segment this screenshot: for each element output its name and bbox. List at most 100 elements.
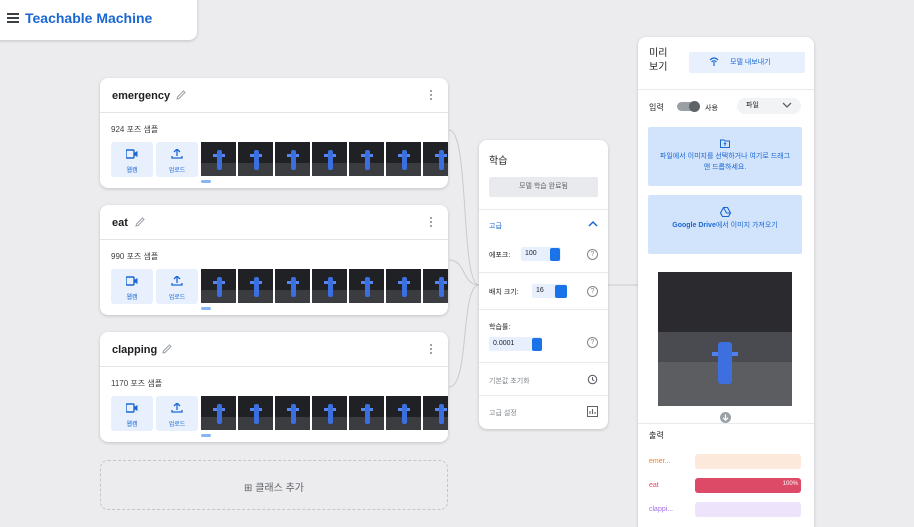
input-toggle-label: 사용 bbox=[705, 105, 718, 112]
reset-defaults-label[interactable]: 기본값 초기화 bbox=[489, 376, 530, 386]
sample-thumbnails[interactable] bbox=[201, 396, 448, 430]
webcam-label: 웹캠 bbox=[126, 422, 138, 428]
input-source-select[interactable]: 파일 bbox=[737, 98, 801, 114]
upload-label: 업로드 bbox=[168, 295, 186, 301]
menu-icon[interactable] bbox=[7, 13, 19, 23]
epochs-label: 에포크: bbox=[489, 252, 511, 259]
class-card-eat: eat 990 포즈 샘플 웹캠 업로드 bbox=[100, 205, 448, 315]
learning-rate-label: 학습률: bbox=[489, 324, 511, 331]
divider bbox=[638, 89, 814, 90]
file-drop-zone[interactable]: 파일에서 이미지를 선택하거나 여기로 드래그 앤 드롭하세요. bbox=[648, 127, 802, 186]
file-drop-text: 파일에서 이미지를 선택하거나 여기로 드래그 앤 드롭하세요. bbox=[659, 153, 791, 171]
video-camera-icon bbox=[126, 276, 138, 286]
class-name[interactable]: clapping bbox=[112, 344, 157, 356]
upload-label: 업로드 bbox=[168, 422, 186, 428]
upload-icon bbox=[171, 149, 183, 159]
advanced-toggle-label[interactable]: 고급 bbox=[489, 221, 502, 231]
confidence-bar bbox=[695, 502, 801, 517]
sample-count: 924 포즈 샘플 bbox=[111, 125, 159, 134]
output-label: 출력 bbox=[649, 431, 664, 440]
output-class-label: clappi... bbox=[649, 506, 674, 513]
sample-count: 990 포즈 샘플 bbox=[111, 252, 159, 261]
divider bbox=[479, 395, 608, 396]
webcam-button[interactable]: 웹캠 bbox=[111, 269, 153, 304]
divider bbox=[479, 209, 608, 210]
class-card-emergency: emergency 924 포즈 샘플 웹캠 업로드 bbox=[100, 78, 448, 188]
video-camera-icon bbox=[126, 403, 138, 413]
webcam-button[interactable]: 웹캠 bbox=[111, 142, 153, 177]
batch-size-dropdown[interactable] bbox=[555, 285, 567, 298]
epochs-stepper[interactable] bbox=[550, 248, 560, 261]
webcam-label: 웹캠 bbox=[126, 295, 138, 301]
output-class-label: emer... bbox=[649, 458, 671, 465]
export-model-button[interactable]: 모델 내보내기 bbox=[689, 52, 805, 73]
bar-chart-icon[interactable] bbox=[587, 406, 598, 417]
upload-button[interactable]: 업로드 bbox=[156, 396, 198, 431]
class-card-header: clapping bbox=[100, 332, 448, 367]
webcam-label: 웹캠 bbox=[126, 168, 138, 174]
drive-import-text: 에서 이미지 가져오기 bbox=[715, 222, 778, 229]
batch-size-label: 배치 크기: bbox=[489, 289, 519, 296]
app-title: Teachable Machine bbox=[25, 10, 153, 26]
folder-upload-icon bbox=[720, 139, 730, 148]
chevron-down-icon bbox=[782, 102, 792, 108]
video-camera-icon bbox=[126, 149, 138, 159]
divider bbox=[479, 272, 608, 273]
arrow-down-icon bbox=[720, 412, 731, 423]
sample-thumbnails[interactable] bbox=[201, 269, 448, 303]
webcam-button[interactable]: 웹캠 bbox=[111, 396, 153, 431]
upload-icon bbox=[171, 403, 183, 413]
confidence-bar bbox=[695, 454, 801, 469]
divider bbox=[479, 309, 608, 310]
export-icon bbox=[709, 57, 719, 66]
history-icon[interactable] bbox=[587, 374, 598, 385]
class-name[interactable]: eat bbox=[112, 217, 128, 229]
thumbnail-scrollbar[interactable] bbox=[201, 434, 211, 437]
export-model-label: 모델 내보내기 bbox=[730, 59, 771, 66]
training-title: 학습 bbox=[489, 156, 508, 167]
preview-panel: 미리 보기 모델 내보내기 입력 사용 파일 파일에서 이미지를 선택하거나 여… bbox=[638, 37, 814, 527]
edit-pencil-icon[interactable] bbox=[175, 89, 187, 101]
upload-icon bbox=[171, 276, 183, 286]
help-icon[interactable]: ? bbox=[587, 286, 598, 297]
class-name[interactable]: emergency bbox=[112, 90, 170, 102]
input-image-preview bbox=[658, 272, 792, 406]
class-card-clapping: clapping 1170 포즈 샘플 웹캠 업로드 bbox=[100, 332, 448, 442]
chevron-up-icon[interactable] bbox=[588, 220, 598, 227]
more-options-icon[interactable] bbox=[430, 344, 434, 356]
thumbnail-scrollbar[interactable] bbox=[201, 180, 211, 183]
google-drive-button[interactable]: Google Drive에서 이미지 가져오기 bbox=[648, 195, 802, 254]
divider bbox=[638, 423, 814, 424]
thumbnail-scrollbar[interactable] bbox=[201, 307, 211, 310]
upload-button[interactable]: 업로드 bbox=[156, 269, 198, 304]
divider bbox=[479, 362, 608, 363]
more-options-icon[interactable] bbox=[430, 90, 434, 102]
sample-count: 1170 포즈 샘플 bbox=[111, 379, 163, 388]
upload-label: 업로드 bbox=[168, 168, 186, 174]
confidence-bar: 100% bbox=[695, 478, 801, 493]
help-icon[interactable]: ? bbox=[587, 249, 598, 260]
sample-thumbnails[interactable] bbox=[201, 142, 448, 176]
train-model-button[interactable]: 모델 학습 완료됨 bbox=[489, 177, 598, 197]
add-class-button[interactable]: ⊞ 클래스 추가 bbox=[100, 460, 448, 510]
class-card-header: emergency bbox=[100, 78, 448, 113]
google-drive-icon bbox=[719, 207, 731, 217]
output-class-label: eat bbox=[649, 482, 659, 489]
input-toggle[interactable] bbox=[677, 101, 700, 112]
upload-button[interactable]: 업로드 bbox=[156, 142, 198, 177]
google-drive-text: Google Drive bbox=[672, 222, 716, 229]
add-class-label: ⊞ 클래스 추가 bbox=[244, 483, 304, 494]
class-card-header: eat bbox=[100, 205, 448, 240]
app-header: Teachable Machine bbox=[0, 0, 197, 40]
under-the-hood-label[interactable]: 고급 설정 bbox=[489, 408, 517, 418]
input-label: 입력 bbox=[649, 103, 664, 112]
help-icon[interactable]: ? bbox=[587, 337, 598, 348]
learning-rate-stepper[interactable] bbox=[532, 338, 542, 351]
confidence-percent: 100% bbox=[782, 481, 798, 487]
training-panel: 학습 모델 학습 완료됨 고급 에포크: 100 ? 배치 크기: 16 ? 학… bbox=[479, 140, 608, 429]
input-source-value: 파일 bbox=[746, 102, 759, 109]
preview-title: 미리 보기 bbox=[649, 48, 668, 73]
edit-pencil-icon[interactable] bbox=[134, 216, 146, 228]
edit-pencil-icon[interactable] bbox=[161, 343, 173, 355]
more-options-icon[interactable] bbox=[430, 217, 434, 229]
